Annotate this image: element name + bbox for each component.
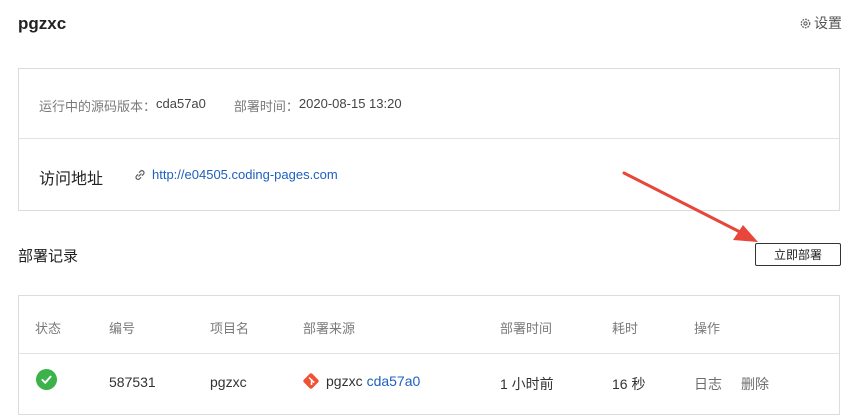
info-divider xyxy=(19,138,839,139)
settings-label: 设置 xyxy=(814,15,842,31)
deploy-now-button[interactable]: 立即部署 xyxy=(755,243,841,266)
settings-link[interactable]: 设置 xyxy=(799,13,842,33)
record-deploy-time: 1 小时前 xyxy=(500,376,554,392)
col-id: 编号 xyxy=(109,321,136,336)
git-icon xyxy=(303,373,319,389)
col-deploy-time: 部署时间 xyxy=(500,321,553,336)
success-check-icon xyxy=(36,369,57,390)
page-title: pgzxc xyxy=(18,14,67,33)
col-duration: 耗时 xyxy=(612,321,639,336)
col-status: 状态 xyxy=(35,321,62,336)
col-project: 项目名 xyxy=(210,321,250,336)
link-icon xyxy=(135,169,145,180)
deploy-time-label: 部署时间： xyxy=(233,99,299,114)
visit-url-link[interactable]: http://e04505.coding-pages.com xyxy=(152,167,338,182)
visit-address: http://e04505.coding-pages.com xyxy=(134,167,338,182)
record-source: pgzxc cda57a0 xyxy=(302,372,420,390)
version-value: cda57a0 xyxy=(156,96,206,111)
source-repo: pgzxc xyxy=(326,373,363,389)
record-duration: 16 秒 xyxy=(612,376,646,392)
gear-icon xyxy=(800,18,811,28)
running-version-row: 运行中的源码版本： cda57a0 部署时间： 2020-08-15 13:20 xyxy=(39,96,402,115)
deploy-records-title: 部署记录 xyxy=(18,248,79,265)
delete-link[interactable]: 删除 xyxy=(741,374,769,394)
visit-address-label: 访问地址 xyxy=(39,171,104,188)
deploy-records-table: 状态 编号 项目名 部署来源 部署时间 耗时 操作 587531 pgzxc p… xyxy=(18,295,840,415)
source-commit-link[interactable]: cda57a0 xyxy=(367,373,421,389)
record-project: pgzxc xyxy=(210,374,247,390)
record-id: 587531 xyxy=(109,374,156,390)
version-label: 运行中的源码版本： xyxy=(39,99,157,114)
col-source: 部署来源 xyxy=(303,321,356,336)
col-actions: 操作 xyxy=(694,321,721,336)
table-header: 状态 编号 项目名 部署来源 部署时间 耗时 操作 xyxy=(19,296,839,354)
log-link[interactable]: 日志 xyxy=(694,374,722,394)
deploy-info-card: 运行中的源码版本： cda57a0 部署时间： 2020-08-15 13:20… xyxy=(18,68,840,211)
deploy-time-value: 2020-08-15 13:20 xyxy=(298,96,402,111)
